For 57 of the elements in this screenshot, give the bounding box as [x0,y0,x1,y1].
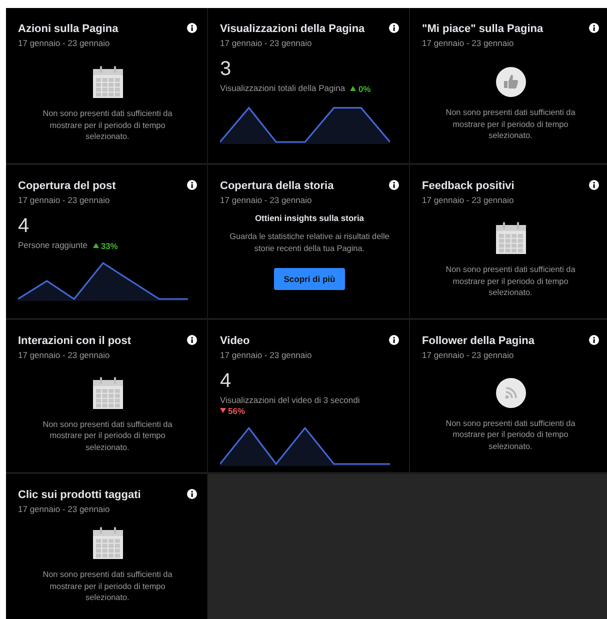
date-range: 17 gennaio - 23 gennaio [18,350,111,360]
no-data-message: Non sono presenti dati sufficienti da mostrare per il periodo di tempo selezionato. [444,264,576,299]
change-indicator: 56% [220,406,246,416]
date-range: 17 gennaio - 23 gennaio [220,38,313,48]
date-range: 17 gennaio - 23 gennaio [422,350,515,360]
card-title: Follower della Pagina [422,335,534,348]
promo-text: Guarda le statistiche relative ai risultati delle storie recenti della tua Pagina. [228,231,390,254]
metric-label: Visualizzazioni totali della Pagina [220,83,346,93]
metric-value: 3 [220,58,232,80]
down-triangle-icon [220,408,226,413]
info-icon[interactable] [389,23,399,33]
date-range: 17 gennaio - 23 gennaio [220,195,313,205]
metric-value: 4 [220,370,232,392]
card-title: Visualizzazioni della Pagina [220,23,365,36]
change-indicator: 33% [92,240,118,250]
info-icon[interactable] [187,335,197,345]
change-indicator: 0% [350,84,371,94]
info-icon[interactable] [589,335,599,345]
no-data-message: Non sono presenti dati sufficienti da mostrare per il periodo di tempo selezionato. [42,418,174,454]
card-title: Clic sui prodotti taggati [18,489,141,502]
no-data-message: Non sono presenti dati sufficienti da mostrare per il periodo di tempo selezionato. [42,569,174,604]
info-icon[interactable] [187,23,197,33]
info-icon[interactable] [389,180,399,190]
learn-more-button[interactable]: Scopri di più [274,268,346,290]
date-range: 17 gennaio - 23 gennaio [18,504,111,514]
info-icon[interactable] [187,180,197,190]
promo-heading: Ottieni insights sulla storia [254,213,364,223]
calendar-icon [92,527,122,560]
date-range: 17 gennaio - 23 gennaio [422,38,515,48]
date-range: 17 gennaio - 23 gennaio [422,195,514,205]
feed-icon [496,378,526,408]
info-icon[interactable] [589,180,599,190]
card-title: Copertura del post [18,180,116,193]
info-icon[interactable] [389,335,399,345]
up-triangle-icon [92,243,99,248]
no-data-message: Non sono presenti dati sufficienti da mostrare per il periodo di tempo selezionato. [444,418,576,452]
date-range: 17 gennaio - 23 gennaio [18,195,111,205]
calendar-icon [92,66,122,98]
card-title: Azioni sulla Pagina [18,23,118,36]
card-title: Video [220,335,251,348]
card-title: Copertura della storia [220,180,334,193]
card-title: Feedback positivi [422,180,514,193]
metric-label: Persone raggiunte [18,240,88,250]
metric-value: 4 [18,215,30,237]
info-icon[interactable] [187,489,197,499]
calendar-icon [496,222,526,254]
card-title: Interazioni con il post [18,335,132,348]
metric-label: Visualizzazioni del video di 3 secondi [220,395,360,405]
date-range: 17 gennaio - 23 gennaio [18,38,111,48]
info-icon[interactable] [589,23,599,33]
up-triangle-icon [350,86,356,91]
calendar-icon [92,376,122,409]
date-range: 17 gennaio - 23 gennaio [220,350,312,360]
no-data-message: Non sono presenti dati sufficienti da mostrare per il periodo di tempo selezionato. [444,107,576,142]
no-data-message: Non sono presenti dati sufficienti da mostrare per il periodo di tempo selezionato. [42,108,174,143]
card-title: "Mi piace" sulla Pagina [422,23,544,36]
thumbs-up-icon [496,67,526,98]
